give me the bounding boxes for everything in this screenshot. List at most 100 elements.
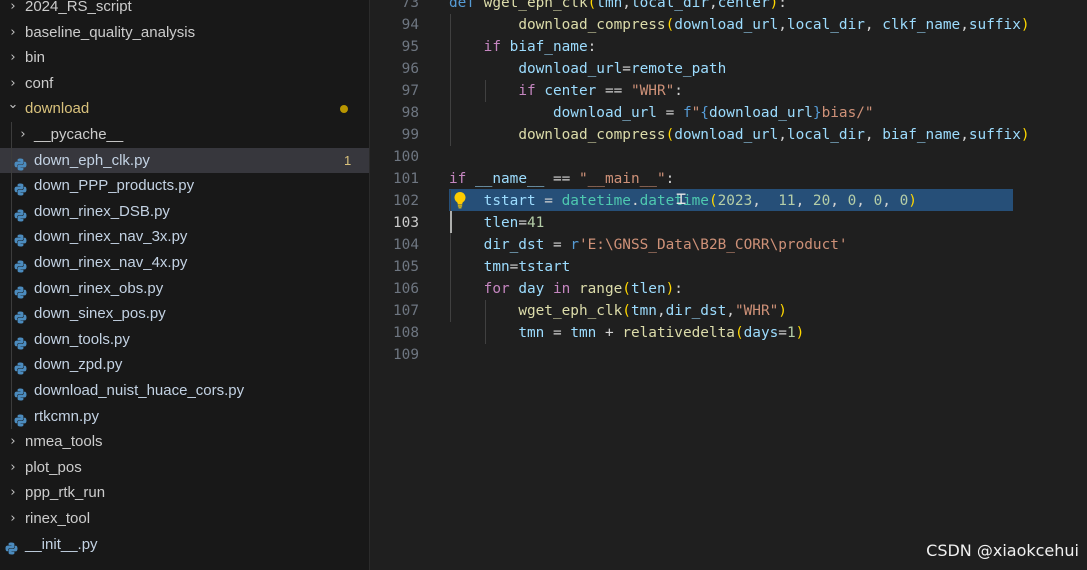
code-token: wget_eph_clk: [518, 303, 623, 319]
file-item-init-py[interactable]: __init__.py: [0, 532, 369, 558]
folder-item-nmea-tools[interactable]: › nmea_tools: [0, 429, 369, 455]
tree-item-label: down_rinex_nav_3x.py: [34, 228, 188, 246]
code-line[interactable]: 73 def wget_eph_clk(tmn,local_dir,center)…: [370, 0, 1087, 14]
tree-item-label: down_rinex_obs.py: [34, 279, 164, 297]
tree-item-label: rinex_tool: [25, 510, 91, 527]
indent-guide: [485, 80, 486, 102]
code-token: tlen: [630, 281, 666, 297]
file-item-down-eph-clk-py[interactable]: down_eph_clk.py 1: [0, 147, 369, 174]
chevron-right-icon[interactable]: ›: [17, 122, 29, 148]
chevron-right-icon[interactable]: ›: [7, 0, 19, 20]
file-item-down-rinex-obs-py[interactable]: down_rinex_obs.py: [0, 276, 369, 302]
code-token: tlen: [483, 215, 519, 231]
code-token: ): [778, 303, 787, 319]
chevron-down-icon[interactable]: ⌄: [7, 92, 19, 118]
file-item-down-rinex-nav-4x-py[interactable]: down_rinex_nav_4x.py: [0, 250, 369, 276]
code-line[interactable]: 101 if __name__ == "__main__":: [370, 168, 1087, 190]
code-line[interactable]: 94 download_compress(download_url,local_…: [370, 14, 1087, 36]
file-item-download-nuist-huace-cors-py[interactable]: download_nuist_huace_cors.py: [0, 378, 369, 404]
python-file-icon: [14, 205, 27, 222]
folder-item-pycache[interactable]: › __pycache__: [0, 122, 369, 148]
python-file-icon: [14, 230, 27, 247]
code-token: tmn: [570, 325, 597, 341]
code-line[interactable]: 96 download_url=remote_path: [370, 58, 1087, 80]
line-number: 102: [393, 193, 419, 209]
code-token: download_url: [518, 61, 623, 77]
code-token: r: [570, 237, 579, 253]
file-item-rtkcmn-py[interactable]: rtkcmn.py: [0, 404, 369, 430]
chevron-right-icon[interactable]: ›: [7, 455, 19, 481]
line-number: 95: [401, 39, 419, 55]
folder-item-baseline-quality-analysis[interactable]: › baseline_quality_analysis: [0, 20, 369, 46]
python-file-icon: [14, 179, 27, 196]
chevron-right-icon[interactable]: ›: [7, 20, 19, 46]
code-token: =: [518, 215, 527, 231]
text-caret: [450, 211, 452, 233]
folder-item-bin[interactable]: › bin: [0, 45, 369, 71]
code-token: ,: [960, 17, 969, 33]
folder-item-plot-pos[interactable]: › plot_pos: [0, 455, 369, 481]
file-item-down-rinex-nav-3x-py[interactable]: down_rinex_nav_3x.py: [0, 224, 369, 250]
code-line[interactable]: 106 for day in range(tlen):: [370, 278, 1087, 300]
code-token: bias/": [821, 105, 874, 121]
code-line[interactable]: 100: [370, 146, 1087, 168]
mouse-ibeam-cursor-icon: ⌶: [676, 189, 687, 209]
tree-item-label: down_PPP_products.py: [34, 177, 195, 195]
code-token: ,: [778, 127, 787, 143]
file-item-down-tools-py[interactable]: down_tools.py: [0, 327, 369, 353]
chevron-right-icon[interactable]: ›: [7, 480, 19, 506]
code-editor[interactable]: 73 def wget_eph_clk(tmn,local_dir,center)…: [370, 0, 1087, 570]
code-text: tlen=41: [449, 212, 545, 234]
file-item-down-ppp-products-py[interactable]: down_PPP_products.py: [0, 173, 369, 199]
line-number: 104: [393, 237, 419, 253]
code-token: =: [535, 193, 562, 209]
code-line[interactable]: 97 if center == "WHR":: [370, 80, 1087, 102]
python-file-icon: [14, 307, 27, 324]
line-number: 108: [393, 325, 419, 341]
file-item-down-zpd-py[interactable]: down_zpd.py: [0, 352, 369, 378]
line-number: 101: [393, 171, 419, 187]
code-token: datetime: [561, 193, 631, 209]
folder-item-conf[interactable]: › conf: [0, 71, 369, 97]
folder-item-2024-rs-script[interactable]: › 2024_RS_script: [0, 0, 369, 20]
folder-item-download[interactable]: ⌄ download: [0, 96, 369, 122]
code-line[interactable]: 108 tmn = tmn + relativedelta(days=1): [370, 322, 1087, 344]
code-token: download_url: [708, 105, 813, 121]
code-text: download_url=remote_path: [449, 58, 726, 80]
code-line[interactable]: 95 if biaf_name:: [370, 36, 1087, 58]
code-token: ==: [544, 171, 579, 187]
chevron-right-icon[interactable]: ›: [7, 506, 19, 532]
chevron-right-icon[interactable]: ›: [7, 429, 19, 455]
code-line[interactable]: 104 dir_dst = r'E:\GNSS_Data\B2B_CORR\pr…: [370, 234, 1087, 256]
code-line[interactable]: 109: [370, 344, 1087, 366]
code-token: ,: [795, 193, 813, 209]
file-item-down-rinex-dsb-py[interactable]: down_rinex_DSB.py: [0, 199, 369, 225]
line-number: 98: [401, 105, 419, 121]
code-line[interactable]: 105 tmn=tstart: [370, 256, 1087, 278]
code-line[interactable]: 99 download_compress(download_url,local_…: [370, 124, 1087, 146]
code-line[interactable]: 102 tstart = datetime.datetime(2023, 11,…: [370, 190, 1087, 212]
code-token: ,: [726, 303, 735, 319]
folder-item-rinex-tool[interactable]: › rinex_tool: [0, 506, 369, 532]
code-token: if: [518, 83, 545, 99]
code-line[interactable]: 103 tlen=41: [370, 212, 1087, 234]
code-token: 0: [873, 193, 883, 209]
folder-item-ppp-rtk-run[interactable]: › ppp_rtk_run: [0, 480, 369, 506]
code-line[interactable]: 107 wget_eph_clk(tmn,dir_dst,"WHR"): [370, 300, 1087, 322]
lightbulb-icon[interactable]: [450, 190, 470, 210]
file-item-down-sinex-pos-py[interactable]: down_sinex_pos.py: [0, 301, 369, 327]
code-token: ==: [596, 83, 631, 99]
tree-item-label: download_nuist_huace_cors.py: [34, 382, 245, 399]
code-token: days: [743, 325, 779, 341]
code-token: :: [674, 83, 683, 99]
code-token: 20: [812, 193, 831, 209]
code-token: download_compress: [518, 17, 666, 33]
line-number: 100: [393, 149, 419, 165]
tree-item-label: rtkcmn.py: [34, 407, 100, 425]
chevron-right-icon[interactable]: ›: [7, 45, 19, 71]
code-line[interactable]: 98 download_url = f"{download_url}bias/": [370, 102, 1087, 124]
